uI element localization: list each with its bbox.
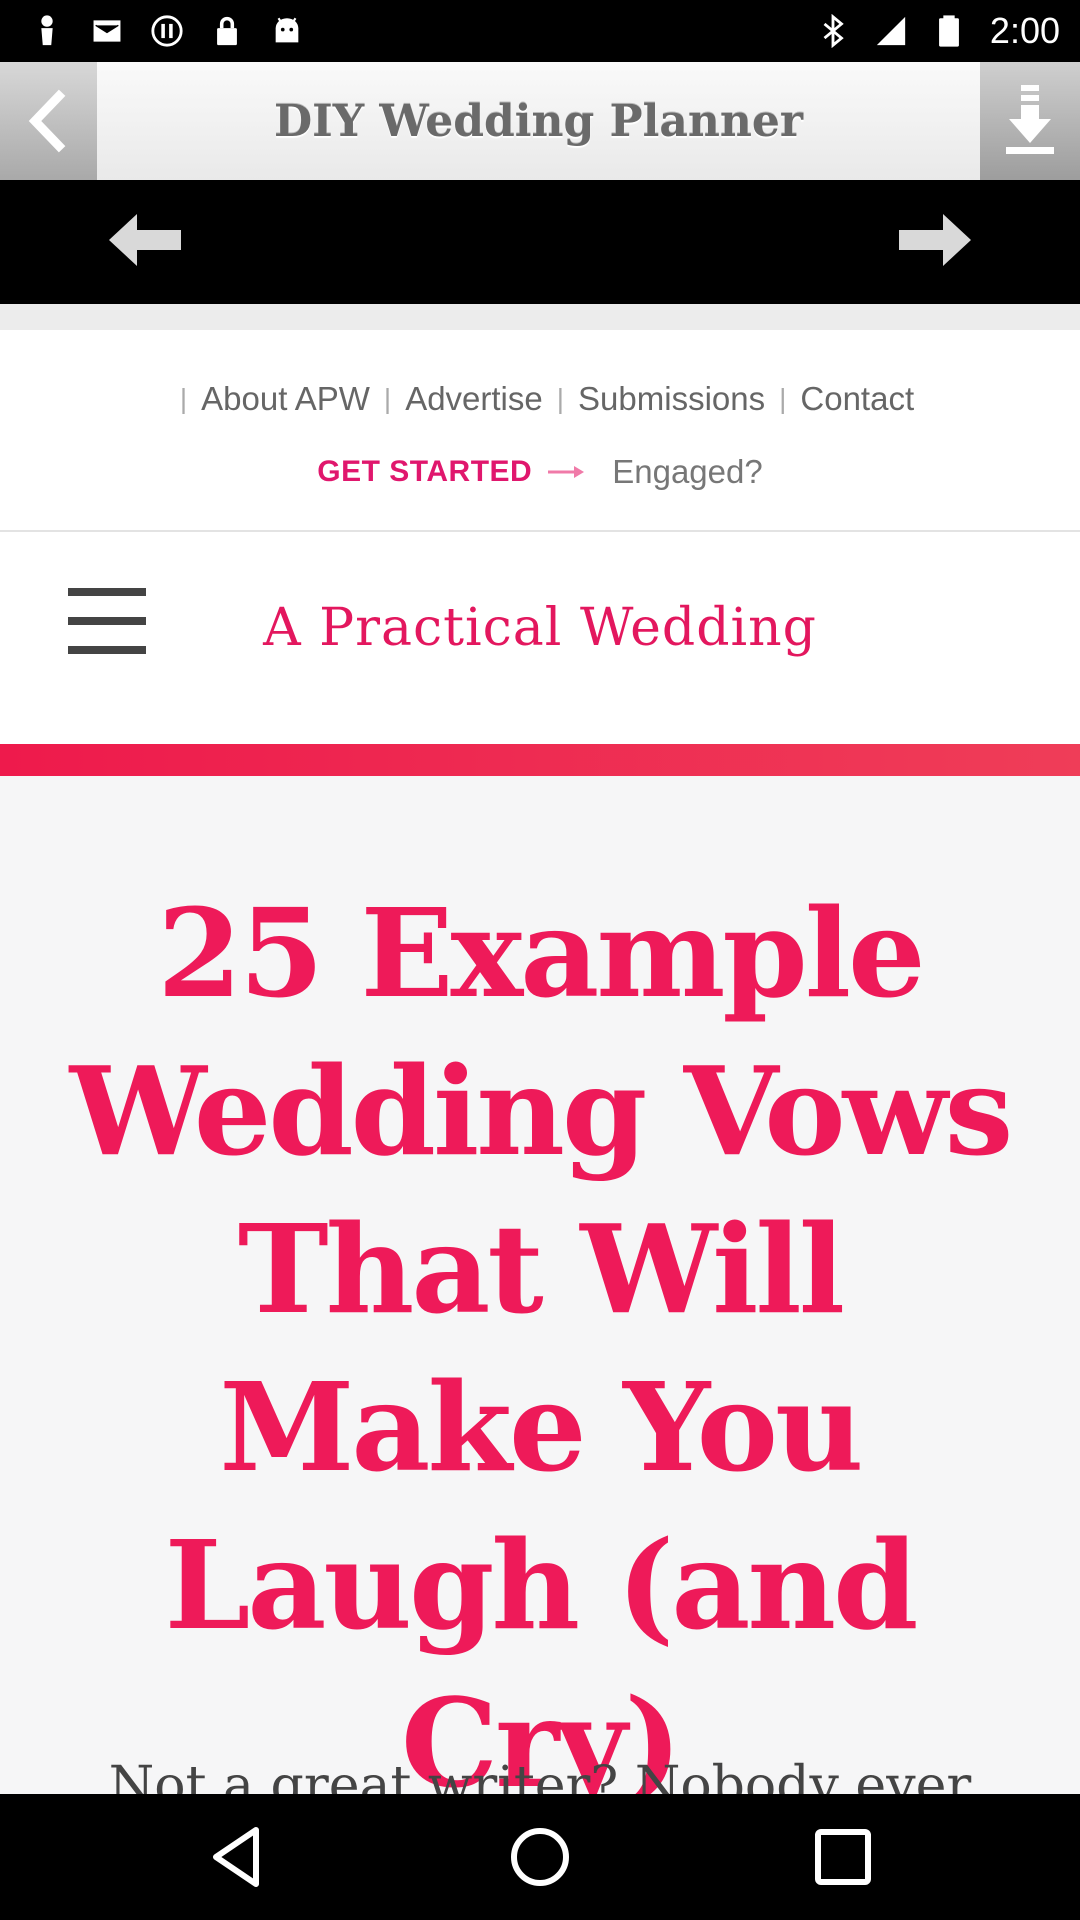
link-separator: | — [779, 383, 787, 414]
previous-page-button[interactable] — [105, 210, 185, 270]
engaged-link[interactable]: Engaged? — [612, 453, 762, 491]
site-logo[interactable]: A Practical Wedding — [0, 598, 1080, 658]
next-page-button[interactable] — [895, 210, 975, 270]
accent-divider — [0, 744, 1080, 776]
lock-icon — [210, 13, 244, 49]
top-links-area: | About APW | Advertise | Submissions | … — [0, 330, 1080, 532]
home-circle-icon — [511, 1828, 569, 1886]
system-back-button[interactable] — [200, 1820, 274, 1894]
arrow-right-icon — [899, 214, 971, 266]
article-headline: 25 Example Wedding Vows That Will Make Y… — [69, 881, 1014, 1794]
mail-icon — [90, 13, 124, 49]
site-header: A Practical Wedding — [0, 532, 1080, 744]
app-title-bar: DIY Wedding Planner — [0, 62, 1080, 180]
status-bar: 2:00 — [0, 0, 1080, 62]
back-triangle-icon — [213, 1827, 259, 1887]
cta-row: GET STARTED Engaged? — [0, 453, 1080, 491]
recents-square-icon — [815, 1829, 871, 1885]
arrow-left-icon — [109, 214, 181, 266]
link-contact[interactable]: Contact — [800, 380, 914, 418]
page-nav-bar — [0, 180, 1080, 304]
link-separator: | — [556, 383, 565, 414]
link-about-apw[interactable]: About APW — [201, 380, 370, 418]
app-back-button[interactable] — [0, 62, 97, 180]
system-recents-button[interactable] — [806, 1820, 880, 1894]
signal-icon — [874, 13, 908, 49]
app-download-button[interactable] — [980, 62, 1080, 180]
chevron-left-icon — [28, 89, 65, 153]
link-separator: | — [179, 383, 188, 414]
notification-icon — [30, 13, 64, 49]
download-icon — [1006, 85, 1054, 154]
link-advertise[interactable]: Advertise — [405, 380, 543, 418]
webview-content[interactable]: | About APW | Advertise | Submissions | … — [0, 304, 1080, 1794]
status-left-icons — [30, 10, 304, 52]
status-clock: 2:00 — [989, 10, 1060, 51]
top-strip — [0, 304, 1080, 330]
battery-icon — [932, 13, 966, 49]
bluetooth-icon — [816, 13, 850, 49]
link-submissions[interactable]: Submissions — [578, 380, 765, 418]
system-home-button[interactable] — [503, 1820, 577, 1894]
article-lede: Not a great writer? Nobody ever — [108, 1756, 972, 1794]
status-right-icons: 2:00 — [816, 10, 1060, 52]
top-links: | About APW | Advertise | Submissions | … — [0, 380, 1080, 418]
system-nav-bar — [0, 1794, 1080, 1920]
android-icon — [270, 13, 304, 49]
get-started-link[interactable]: GET STARTED — [317, 455, 532, 489]
alarm-icon — [150, 13, 184, 49]
link-separator: | — [383, 383, 392, 414]
arrow-right-icon — [548, 466, 585, 478]
app-title: DIY Wedding Planner — [97, 62, 980, 180]
